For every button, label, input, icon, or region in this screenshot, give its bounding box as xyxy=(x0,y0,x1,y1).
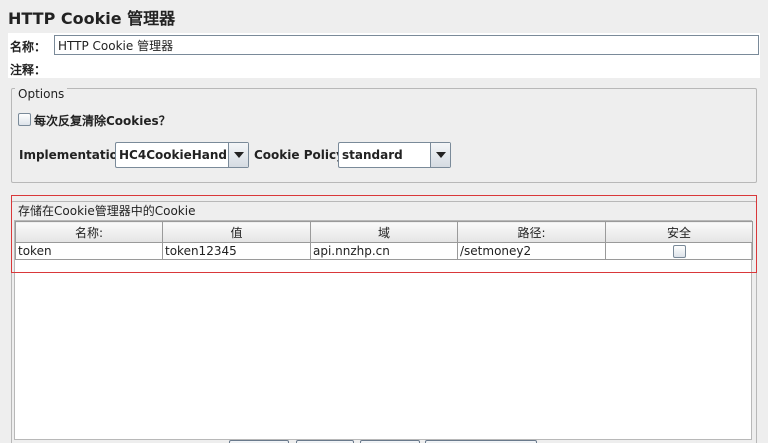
options-legend: Options xyxy=(15,87,68,101)
cookies-table-container: 名称: 值 域 路径: 安全 token token12345 api.nnzh… xyxy=(14,220,753,440)
implementation-value: HC4CookieHandler xyxy=(119,148,246,162)
column-header-path[interactable]: 路径: xyxy=(457,221,606,243)
cookie-domain-cell[interactable]: api.nnzhp.cn xyxy=(310,242,458,260)
http-cookie-manager-window: HTTP Cookie 管理器 名称： 注释： Options 每次反复清除Co… xyxy=(0,0,768,443)
column-header-secure[interactable]: 安全 xyxy=(605,221,753,243)
cookie-value-cell[interactable]: token12345 xyxy=(162,242,311,260)
page-title: HTTP Cookie 管理器 xyxy=(8,9,176,28)
column-header-name[interactable]: 名称: xyxy=(15,221,163,243)
clear-cookies-checkbox[interactable] xyxy=(18,113,31,126)
implementation-dropdown-button[interactable] xyxy=(228,143,248,167)
column-header-domain[interactable]: 域 xyxy=(310,221,458,243)
stored-cookies-legend: 存储在Cookie管理器中的Cookie xyxy=(15,202,199,219)
column-header-value[interactable]: 值 xyxy=(162,221,311,243)
cookie-policy-label: Cookie Policy: xyxy=(254,148,349,162)
cookie-name-cell[interactable]: token xyxy=(15,242,163,260)
cookies-table: 名称: 值 域 路径: 安全 token token12345 api.nnzh… xyxy=(15,221,753,260)
cookie-path-cell[interactable]: /setmoney2 xyxy=(457,242,606,260)
chevron-down-icon xyxy=(234,152,244,158)
comment-input[interactable] xyxy=(48,59,759,77)
clear-cookies-label: 每次反复清除Cookies？ xyxy=(34,114,171,128)
options-group xyxy=(11,88,757,183)
name-input[interactable] xyxy=(54,35,759,55)
name-comment-panel: 名称： 注释： xyxy=(8,33,760,78)
cookie-secure-cell[interactable] xyxy=(605,242,753,260)
comment-label: 注释： xyxy=(10,63,47,77)
name-label: 名称： xyxy=(10,40,47,54)
chevron-down-icon xyxy=(436,152,446,158)
secure-checkbox[interactable] xyxy=(672,245,686,258)
cookie-policy-select[interactable]: standard xyxy=(338,142,451,168)
cookie-policy-value: standard xyxy=(342,148,403,162)
cookie-policy-dropdown-button[interactable] xyxy=(430,143,450,167)
table-header-row: 名称: 值 域 路径: 安全 xyxy=(15,221,753,243)
table-row[interactable]: token token12345 api.nnzhp.cn /setmoney2 xyxy=(15,242,753,260)
implementation-select[interactable]: HC4CookieHandler xyxy=(115,142,249,168)
